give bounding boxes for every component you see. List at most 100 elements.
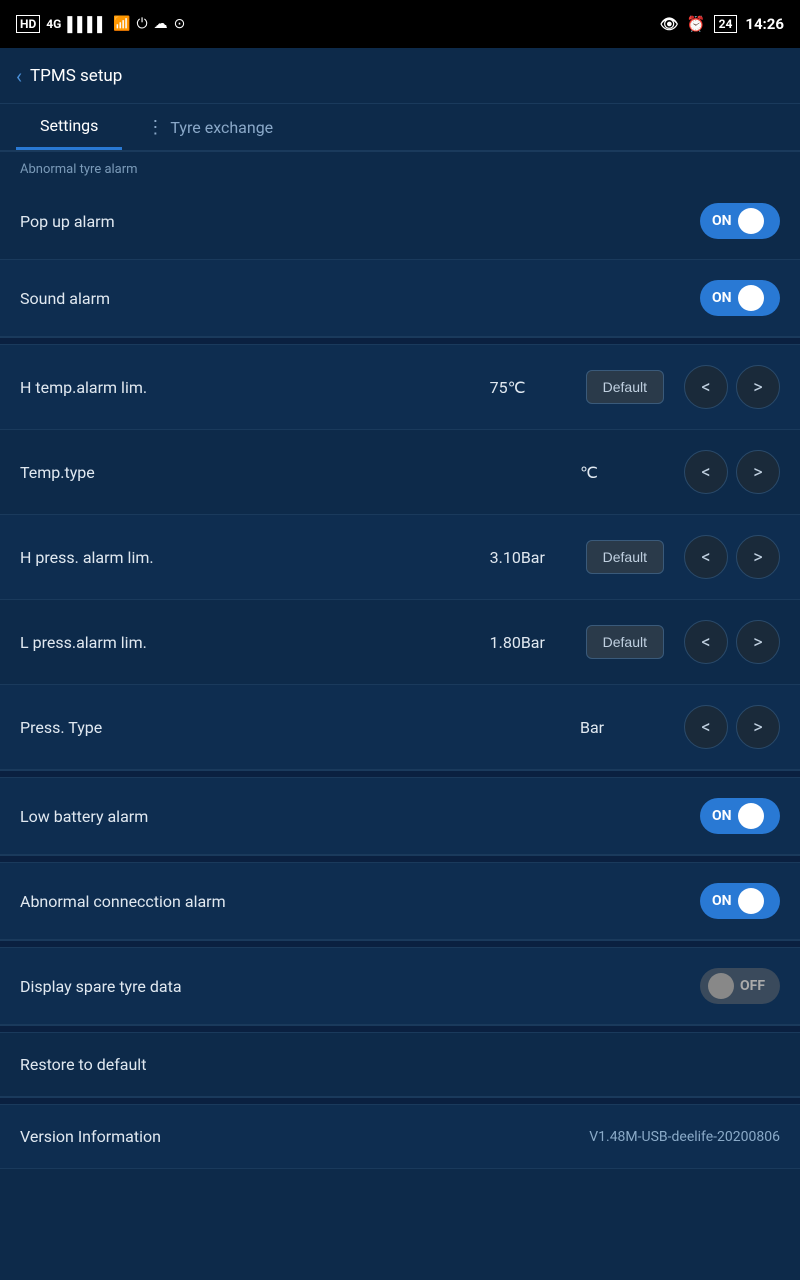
press-type-prev-button[interactable]: < (684, 705, 728, 749)
abnormal-alarm-header: Abnormal tyre alarm (0, 151, 800, 183)
abnormal-connection-toggle[interactable]: ON (700, 883, 780, 919)
prev-icon-3: < (701, 547, 710, 568)
battery-icon: 24 (714, 15, 738, 33)
tab-settings[interactable]: Settings (16, 104, 122, 150)
press-type-value: Bar (580, 718, 660, 737)
hd-badge: HD (16, 15, 40, 33)
signal-icon: ▌▌▌▌ (67, 16, 107, 33)
l-press-alarm-value: 1.80Bar (490, 633, 570, 652)
toggle-circle (738, 208, 764, 234)
h-press-prev-button[interactable]: < (684, 535, 728, 579)
abnormal-connection-row: Abnormal connecction alarm ON (0, 863, 800, 940)
tabs-bar: Settings ⋮ Tyre exchange (0, 104, 800, 151)
toggle-circle-spare (708, 973, 734, 999)
next-icon: > (753, 377, 762, 398)
top-bar: ‹ TPMS setup (0, 48, 800, 104)
divider-6 (0, 1097, 800, 1105)
network-icon: 4G (46, 17, 61, 31)
h-temp-alarm-row: H temp.alarm lim. 75℃ Default < > (0, 345, 800, 430)
status-left-icons: HD 4G ▌▌▌▌ 📶 ⏻ ☁ ⊙ (16, 15, 185, 33)
toggle-circle-battery (738, 803, 764, 829)
version-info-label: Version Information (20, 1127, 589, 1146)
toggle-circle-sound (738, 285, 764, 311)
l-press-next-button[interactable]: > (736, 620, 780, 664)
divider-3 (0, 855, 800, 863)
h-temp-next-button[interactable]: > (736, 365, 780, 409)
settings-container: Abnormal tyre alarm Pop up alarm ON Soun… (0, 151, 800, 1169)
abnormal-connection-toggle-label: ON (712, 893, 732, 909)
temp-type-label: Temp.type (20, 463, 580, 482)
next-icon-2: > (753, 462, 762, 483)
abnormal-connection-label: Abnormal connecction alarm (20, 892, 700, 911)
l-press-default-button[interactable]: Default (586, 625, 664, 659)
h-temp-prev-button[interactable]: < (684, 365, 728, 409)
l-press-alarm-label: L press.alarm lim. (20, 633, 490, 652)
low-battery-label: Low battery alarm (20, 807, 700, 826)
popup-alarm-toggle[interactable]: ON (700, 203, 780, 239)
shield-icon: ⊙ (174, 16, 186, 32)
press-type-next-button[interactable]: > (736, 705, 780, 749)
divider-2 (0, 770, 800, 778)
sound-alarm-label: Sound alarm (20, 289, 700, 308)
temp-type-row: Temp.type ℃ < > (0, 430, 800, 515)
display-spare-label: Display spare tyre data (20, 977, 700, 996)
tab-dots-icon: ⋮ (146, 117, 164, 138)
sound-alarm-toggle[interactable]: ON (700, 280, 780, 316)
wifi-icon: 📶 (113, 16, 130, 32)
display-spare-toggle[interactable]: OFF (700, 968, 780, 1004)
prev-icon-4: < (701, 632, 710, 653)
version-info-value: V1.48M-USB-deelife-20200806 (589, 1129, 780, 1145)
page-title: TPMS setup (30, 66, 122, 86)
temp-type-next-button[interactable]: > (736, 450, 780, 494)
low-battery-toggle-label: ON (712, 808, 732, 824)
tab-tyre-exchange[interactable]: ⋮ Tyre exchange (122, 104, 297, 150)
popup-alarm-toggle-label: ON (712, 213, 732, 229)
tab-settings-label: Settings (40, 116, 98, 135)
low-battery-row: Low battery alarm ON (0, 778, 800, 855)
h-press-alarm-label: H press. alarm lim. (20, 548, 490, 567)
low-battery-toggle[interactable]: ON (700, 798, 780, 834)
back-arrow-icon: ‹ (16, 64, 22, 88)
l-press-alarm-row: L press.alarm lim. 1.80Bar Default < > (0, 600, 800, 685)
temp-type-nav-buttons: < > (676, 450, 780, 494)
divider-4 (0, 940, 800, 948)
press-type-nav-buttons: < > (676, 705, 780, 749)
restore-default-row[interactable]: Restore to default (0, 1033, 800, 1097)
eye-icon: 👁 (660, 15, 679, 33)
h-press-nav-buttons: < > (676, 535, 780, 579)
status-bar: HD 4G ▌▌▌▌ 📶 ⏻ ☁ ⊙ 👁 ⏰ 24 14:26 (0, 0, 800, 48)
sound-alarm-toggle-label: ON (712, 290, 732, 306)
sound-alarm-row: Sound alarm ON (0, 260, 800, 337)
cloud-icon: ☁ (154, 16, 168, 32)
popup-alarm-label: Pop up alarm (20, 212, 700, 231)
l-press-nav-buttons: < > (676, 620, 780, 664)
h-temp-alarm-value: 75℃ (490, 378, 570, 397)
display-spare-toggle-label: OFF (740, 978, 765, 994)
power-icon: ⏻ (136, 16, 147, 32)
press-type-row: Press. Type Bar < > (0, 685, 800, 770)
next-icon-3: > (753, 547, 762, 568)
alarm-icon: ⏰ (687, 15, 706, 33)
l-press-prev-button[interactable]: < (684, 620, 728, 664)
h-press-default-button[interactable]: Default (586, 540, 664, 574)
h-temp-default-button[interactable]: Default (586, 370, 664, 404)
divider-1 (0, 337, 800, 345)
restore-default-label: Restore to default (20, 1055, 146, 1074)
prev-icon-2: < (701, 462, 710, 483)
h-press-alarm-row: H press. alarm lim. 3.10Bar Default < > (0, 515, 800, 600)
version-info-row: Version Information V1.48M-USB-deelife-2… (0, 1105, 800, 1169)
prev-icon: < (701, 377, 710, 398)
next-icon-5: > (753, 717, 762, 738)
h-temp-nav-buttons: < > (676, 365, 780, 409)
display-spare-row: Display spare tyre data OFF (0, 948, 800, 1025)
h-press-alarm-value: 3.10Bar (490, 548, 570, 567)
prev-icon-5: < (701, 717, 710, 738)
toggle-circle-connection (738, 888, 764, 914)
divider-5 (0, 1025, 800, 1033)
temp-type-prev-button[interactable]: < (684, 450, 728, 494)
h-press-next-button[interactable]: > (736, 535, 780, 579)
status-right-icons: 👁 ⏰ 24 14:26 (660, 15, 784, 33)
tab-tyre-exchange-label: Tyre exchange (170, 118, 273, 137)
back-button[interactable]: ‹ TPMS setup (16, 64, 122, 88)
temp-type-value: ℃ (580, 463, 660, 482)
